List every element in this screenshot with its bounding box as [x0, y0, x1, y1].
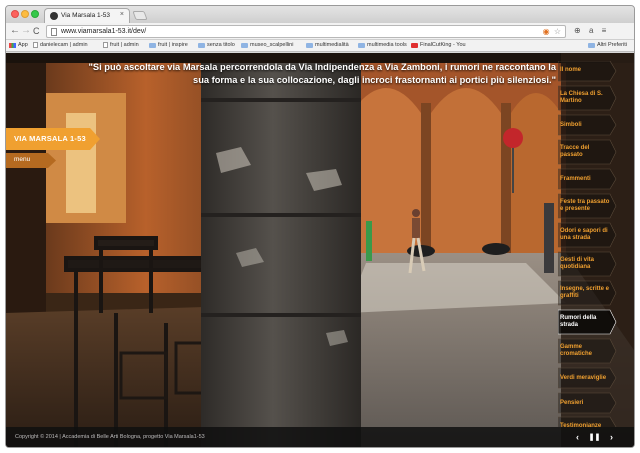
menu-button[interactable]: menu [6, 153, 56, 168]
url-text[interactable]: www.viamarsala1-53.it/dev/ [61, 28, 146, 35]
bookmark-item[interactable]: fruit | admin [103, 42, 139, 48]
folder-icon [588, 42, 595, 48]
bookmarks-bar: App danielecam | admin fruit | admin fru… [6, 40, 634, 52]
bookmark-youtube[interactable]: FinalCutKing - You [411, 42, 466, 48]
copyright-text: Copyright © 2014 | Accademia di Belle Ar… [15, 434, 205, 440]
youtube-icon [411, 42, 418, 48]
tab-bar: Via Marsala 1-53 × [6, 6, 634, 23]
apps-icon [9, 42, 16, 48]
folder-icon [241, 42, 248, 48]
pause-button[interactable]: ❚❚ [588, 431, 601, 444]
address-bar[interactable]: www.viamarsala1-53.it/dev/ ◉ ☆ [46, 25, 566, 38]
page-icon [51, 28, 57, 36]
page-icon [103, 42, 108, 48]
bookmark-folder[interactable]: museo_scalpellini [241, 42, 293, 48]
amazon-extension-icon[interactable]: a [589, 26, 593, 35]
bookmark-folder[interactable]: fruit | inspire [149, 42, 188, 48]
bookmark-star-icon[interactable]: ☆ [554, 27, 561, 36]
bookmark-apps[interactable]: App [9, 42, 28, 48]
address-toolbar: ← → C www.viamarsala1-53.it/dev/ ◉ ☆ ⊕ a… [6, 23, 634, 40]
bookmark-folder[interactable]: senza titolo [198, 42, 235, 48]
new-tab-button[interactable] [132, 11, 148, 20]
minimize-window-icon[interactable] [21, 10, 29, 18]
chapter-menu: Il nome La Chiesa di S. Martino Simboli … [558, 61, 618, 429]
site-title-label: VIA MARSALA 1-53 [14, 134, 86, 143]
browser-menu-icon[interactable]: ≡ [602, 26, 607, 35]
next-slide-button[interactable]: › [605, 431, 618, 444]
chapter-menu-frames [558, 61, 617, 427]
back-button[interactable]: ← [10, 25, 20, 37]
tab-title: Via Marsala 1-53 [61, 12, 111, 19]
site-permission-icon[interactable]: ◉ [543, 27, 550, 36]
reload-button[interactable]: C [33, 25, 40, 37]
bookmark-folder[interactable]: multimedia tools [358, 42, 407, 48]
extension-icon[interactable]: ⊕ [574, 26, 581, 35]
folder-icon [306, 42, 313, 48]
footer-bar: Copyright © 2014 | Accademia di Belle Ar… [6, 427, 634, 447]
folder-icon [149, 42, 156, 48]
page-icon [33, 42, 38, 48]
maximize-window-icon[interactable] [31, 10, 39, 18]
tab-via-marsala[interactable]: Via Marsala 1-53 × [44, 8, 130, 23]
menu-label: menu [14, 156, 31, 163]
forward-button[interactable]: → [21, 25, 31, 37]
folder-icon [358, 42, 365, 48]
previous-slide-button[interactable]: ‹ [571, 431, 584, 444]
bookmark-item[interactable]: danielecam | admin [33, 42, 88, 48]
browser-window: Via Marsala 1-53 × ← → C www.viamarsala1… [5, 5, 635, 448]
site-title-button[interactable]: VIA MARSALA 1-53 [6, 128, 100, 150]
tab-close-icon[interactable]: × [120, 11, 124, 18]
bookmark-folder[interactable]: multimedialità [306, 42, 349, 48]
page-viewport: "Si può ascoltare via Marsala percorrend… [6, 53, 634, 447]
site-favicon-icon [50, 12, 58, 20]
extension-icons: ⊕ a ≡ [574, 26, 612, 35]
close-window-icon[interactable] [11, 10, 19, 18]
street-portico-photo [6, 53, 634, 447]
folder-icon [198, 42, 205, 48]
bookmark-other[interactable]: Altri Preferiti [588, 42, 627, 48]
page-quote: "Si può ascoltare via Marsala percorrend… [88, 62, 557, 85]
omnibox-actions: ◉ ☆ [541, 27, 561, 36]
